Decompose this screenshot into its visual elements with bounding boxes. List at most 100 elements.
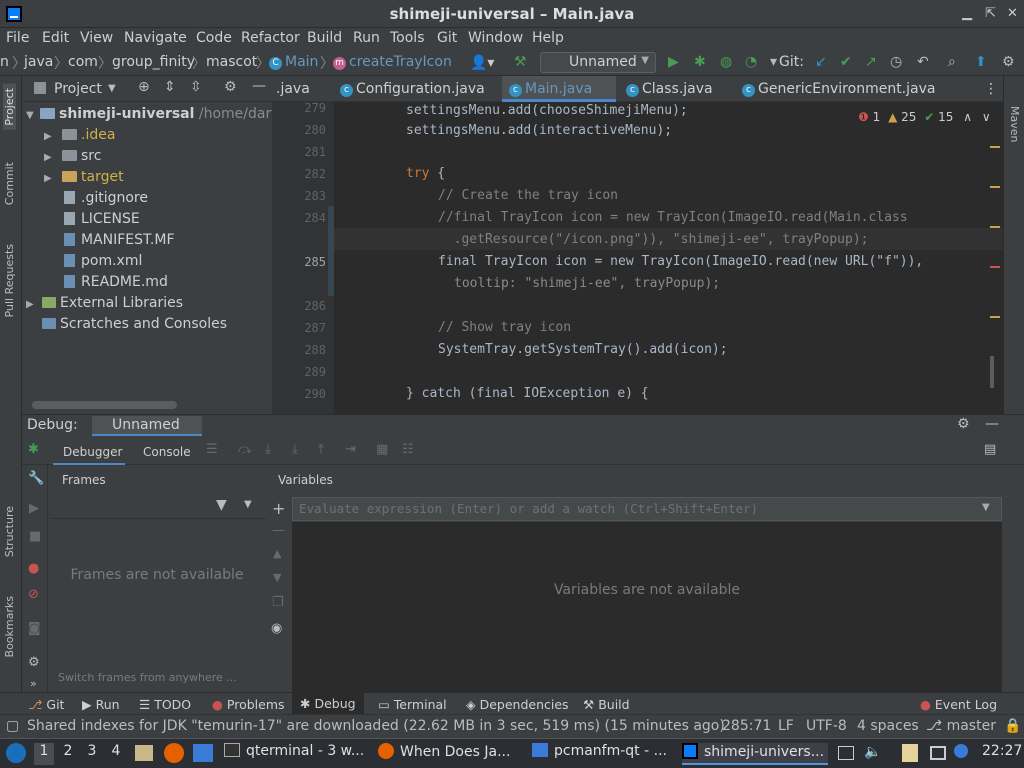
tree-item[interactable]: README.md [64,274,168,290]
tab-overflow-icon[interactable]: ⋮ [984,81,998,97]
file-manager-launcher-icon[interactable] [135,745,153,761]
git-commit-icon[interactable]: ✔ [840,54,852,70]
tab-main[interactable]: c Main.java [509,81,592,97]
debug-bug-icon[interactable]: ✱ [694,54,706,70]
chevron-down-icon[interactable]: ▼ [244,499,252,510]
watch-eye-icon[interactable]: ◉ [271,621,282,636]
locate-file-icon[interactable]: ⊕ [138,79,150,95]
tool-tab-git[interactable]: ⎇ Git [28,697,64,712]
tree-item[interactable]: pom.xml [64,253,142,269]
tool-tab-event-log[interactable]: ● Event Log [920,697,997,712]
user-icon[interactable]: 👤▾ [470,55,494,71]
filter-icon[interactable]: ▼ [216,497,227,513]
git-push-icon[interactable]: ↗ [865,54,877,70]
step-over-icon[interactable]: ⤼ [238,442,252,457]
tree-item[interactable]: target [62,169,124,185]
tool-commit[interactable]: Commit [3,162,16,205]
more-icon[interactable]: » [30,677,37,690]
chevron-right-icon[interactable]: ▶ [44,173,52,184]
cursor-position[interactable]: 285:71 [722,718,771,734]
chevron-right-icon[interactable]: ▶ [26,299,34,310]
tool-tab-dependencies[interactable]: ◈ Dependencies [466,697,569,712]
task-pcmanfm[interactable]: pcmanfm-qt - ... [532,743,678,765]
chevron-right-icon[interactable]: ▶ [44,131,52,142]
collapse-all-icon[interactable]: ⇳ [190,79,202,95]
lock-icon[interactable]: 🔒 [1004,718,1021,734]
move-up-icon[interactable]: ▲ [273,547,281,560]
history-icon[interactable]: ◷ [890,54,902,70]
rollback-icon[interactable]: ↶ [917,54,929,70]
resume-program-icon[interactable]: ▶ [29,501,39,516]
tool-tab-run[interactable]: ▶ Run [82,697,120,712]
clock[interactable]: 22:27 [982,743,1022,765]
project-view-selector[interactable]: Project [54,81,102,97]
tab-configuration[interactable]: c Configuration.java [340,81,485,97]
add-watch-icon[interactable]: + [272,499,285,518]
tree-item[interactable]: External Libraries [42,295,183,311]
display-icon[interactable] [930,746,946,760]
indent-setting[interactable]: 4 spaces [857,718,919,734]
run-to-cursor-icon[interactable]: ⇥ [345,442,356,457]
build-hammer-icon[interactable]: ⚒ [514,54,527,70]
menu-window[interactable]: Window [468,30,523,46]
settings-gear-icon[interactable]: ⚙ [957,416,970,432]
tree-item[interactable]: src [62,148,101,164]
tab-console[interactable]: Console [143,445,191,459]
menu-build[interactable]: Build [307,30,342,46]
menu-navigate[interactable]: Navigate [124,30,187,46]
hide-panel-icon[interactable]: — [985,416,999,432]
profiler-icon[interactable]: ◔ [745,54,757,70]
evaluate-expression-input[interactable]: Evaluate expression (Enter) or add a wat… [292,497,1002,521]
chevron-down-icon[interactable]: ▼ [26,110,34,121]
breadcrumb-method[interactable]: m createTrayIcon [333,54,452,70]
coverage-icon[interactable]: ◍ [720,54,732,70]
tab-generic-environment[interactable]: c GenericEnvironment.java [742,81,935,97]
breadcrumb-item[interactable]: mascot [206,54,257,70]
git-branch-widget[interactable]: ⎇ master [926,718,996,734]
task-intellij[interactable]: shimeji-univers... [682,743,828,765]
desktop-4[interactable]: 4 [106,743,126,765]
settings-gear-icon[interactable]: ⚙ [1002,54,1015,70]
force-step-into-icon[interactable]: ⤓ [292,442,298,457]
window-icon[interactable] [838,746,854,760]
frames-hint[interactable]: Switch frames from anywhere ... [58,671,237,684]
menu-edit[interactable]: Edit [42,30,69,46]
tool-tab-terminal[interactable]: ▭ Terminal [378,697,447,712]
status-message[interactable]: Shared indexes for JDK "temurin-17" are … [27,718,725,734]
chevron-up-icon[interactable]: ∧ [963,110,972,124]
chevron-right-icon[interactable]: ▶ [44,152,52,163]
network-icon[interactable] [954,744,968,758]
desktop-1[interactable]: 1 [34,743,54,765]
close-icon[interactable]: ✕ [1007,6,1018,21]
breadcrumb-class[interactable]: C Main [269,54,318,70]
resume-icon[interactable]: ✱ [28,442,39,457]
desktop-2[interactable]: 2 [58,743,78,765]
desktop-launcher-icon[interactable] [193,744,213,762]
task-firefox[interactable]: When Does Ja... [378,743,524,765]
stop-icon[interactable]: ▾ [770,54,777,70]
hide-panel-icon[interactable]: — [252,78,266,94]
step-into-icon[interactable]: ⤓ [265,442,271,457]
trace-icon[interactable]: ☷ [402,442,414,457]
menu-help[interactable]: Help [532,30,564,46]
inspection-widget[interactable]: ❶ 1 ▲ 25 ✔ 15 ∧ ∨ [858,110,991,124]
wrench-icon[interactable]: 🔧 [28,471,44,486]
camera-icon[interactable]: ◙ [28,621,41,636]
tree-item[interactable]: .idea [62,127,115,143]
menu-view[interactable]: View [80,30,113,46]
file-encoding[interactable]: UTF-8 [806,718,847,734]
tree-item[interactable]: MANIFEST.MF [64,232,175,248]
tool-pull-requests[interactable]: Pull Requests [3,244,16,317]
tree-item[interactable]: LICENSE [64,211,140,227]
menu-git[interactable]: Git [437,30,457,46]
tab-class[interactable]: c Class.java [626,81,713,97]
chevron-down-icon[interactable]: ▼ [982,502,990,513]
tool-maven[interactable]: Maven [1008,106,1021,142]
expand-all-icon[interactable]: ⇕ [164,79,176,95]
menu-tools[interactable]: Tools [390,30,425,46]
run-config-select[interactable]: Unnamed ▼ [540,52,656,73]
horizontal-scrollbar[interactable] [32,401,177,409]
settings-gear-icon[interactable]: ⚙ [224,79,237,95]
settings-gear-icon[interactable]: ⚙ [28,655,40,670]
start-menu-icon[interactable] [6,743,26,763]
